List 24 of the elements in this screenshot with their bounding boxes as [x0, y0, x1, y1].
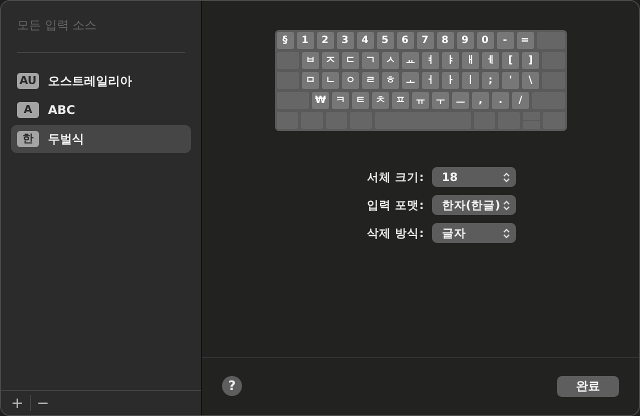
- remove-button[interactable]: −: [30, 394, 56, 412]
- chevron-icon: [502, 172, 510, 182]
- input-source-item[interactable]: A ABC: [11, 96, 191, 124]
- source-label: ABC: [48, 103, 76, 117]
- source-badge: AU: [17, 73, 39, 89]
- popup-menu[interactable]: 글자: [432, 223, 516, 243]
- add-button[interactable]: +: [5, 394, 30, 412]
- setting-label: 서체 크기:: [367, 170, 424, 184]
- source-badge: 한: [17, 131, 39, 147]
- sidebar-title: 모든 입력 소스: [16, 17, 98, 34]
- help-button[interactable]: ?: [222, 376, 242, 396]
- done-button[interactable]: 완료: [557, 376, 619, 397]
- source-label: 두벌식: [48, 130, 84, 148]
- keyboard-drawing: § 1 2 3 4 5 6 7 8 9 0 - = ㅂ ㅈ ㄷ ㄱ ㅅ ㅛ ㅕ ㅑ ㅐ ㅔ [ ] ㅁ ㄴ ㅇ ㄹ ㅎ ㅗ ㅓ ㅏ ㅣ ; ' \ ₩ ㅋ ㅌ ㅊ ㅍ ㅠ ㅜ ㅡ , . /: [274, 30, 566, 131]
- chevron-icon: [502, 200, 510, 210]
- input-source-item[interactable]: AU 오스트레일리아: [11, 67, 191, 95]
- source-badge: A: [17, 102, 39, 118]
- setting-label: 삭제 방식:: [367, 226, 424, 240]
- popup-menu[interactable]: 18: [432, 167, 516, 187]
- source-label: 오스트레일리아: [48, 72, 132, 90]
- popup-menu[interactable]: 한자(한글): [432, 195, 516, 215]
- input-source-item[interactable]: 한 두벌식: [11, 125, 191, 153]
- chevron-icon: [502, 228, 510, 238]
- setting-label: 입력 포맷:: [367, 198, 424, 212]
